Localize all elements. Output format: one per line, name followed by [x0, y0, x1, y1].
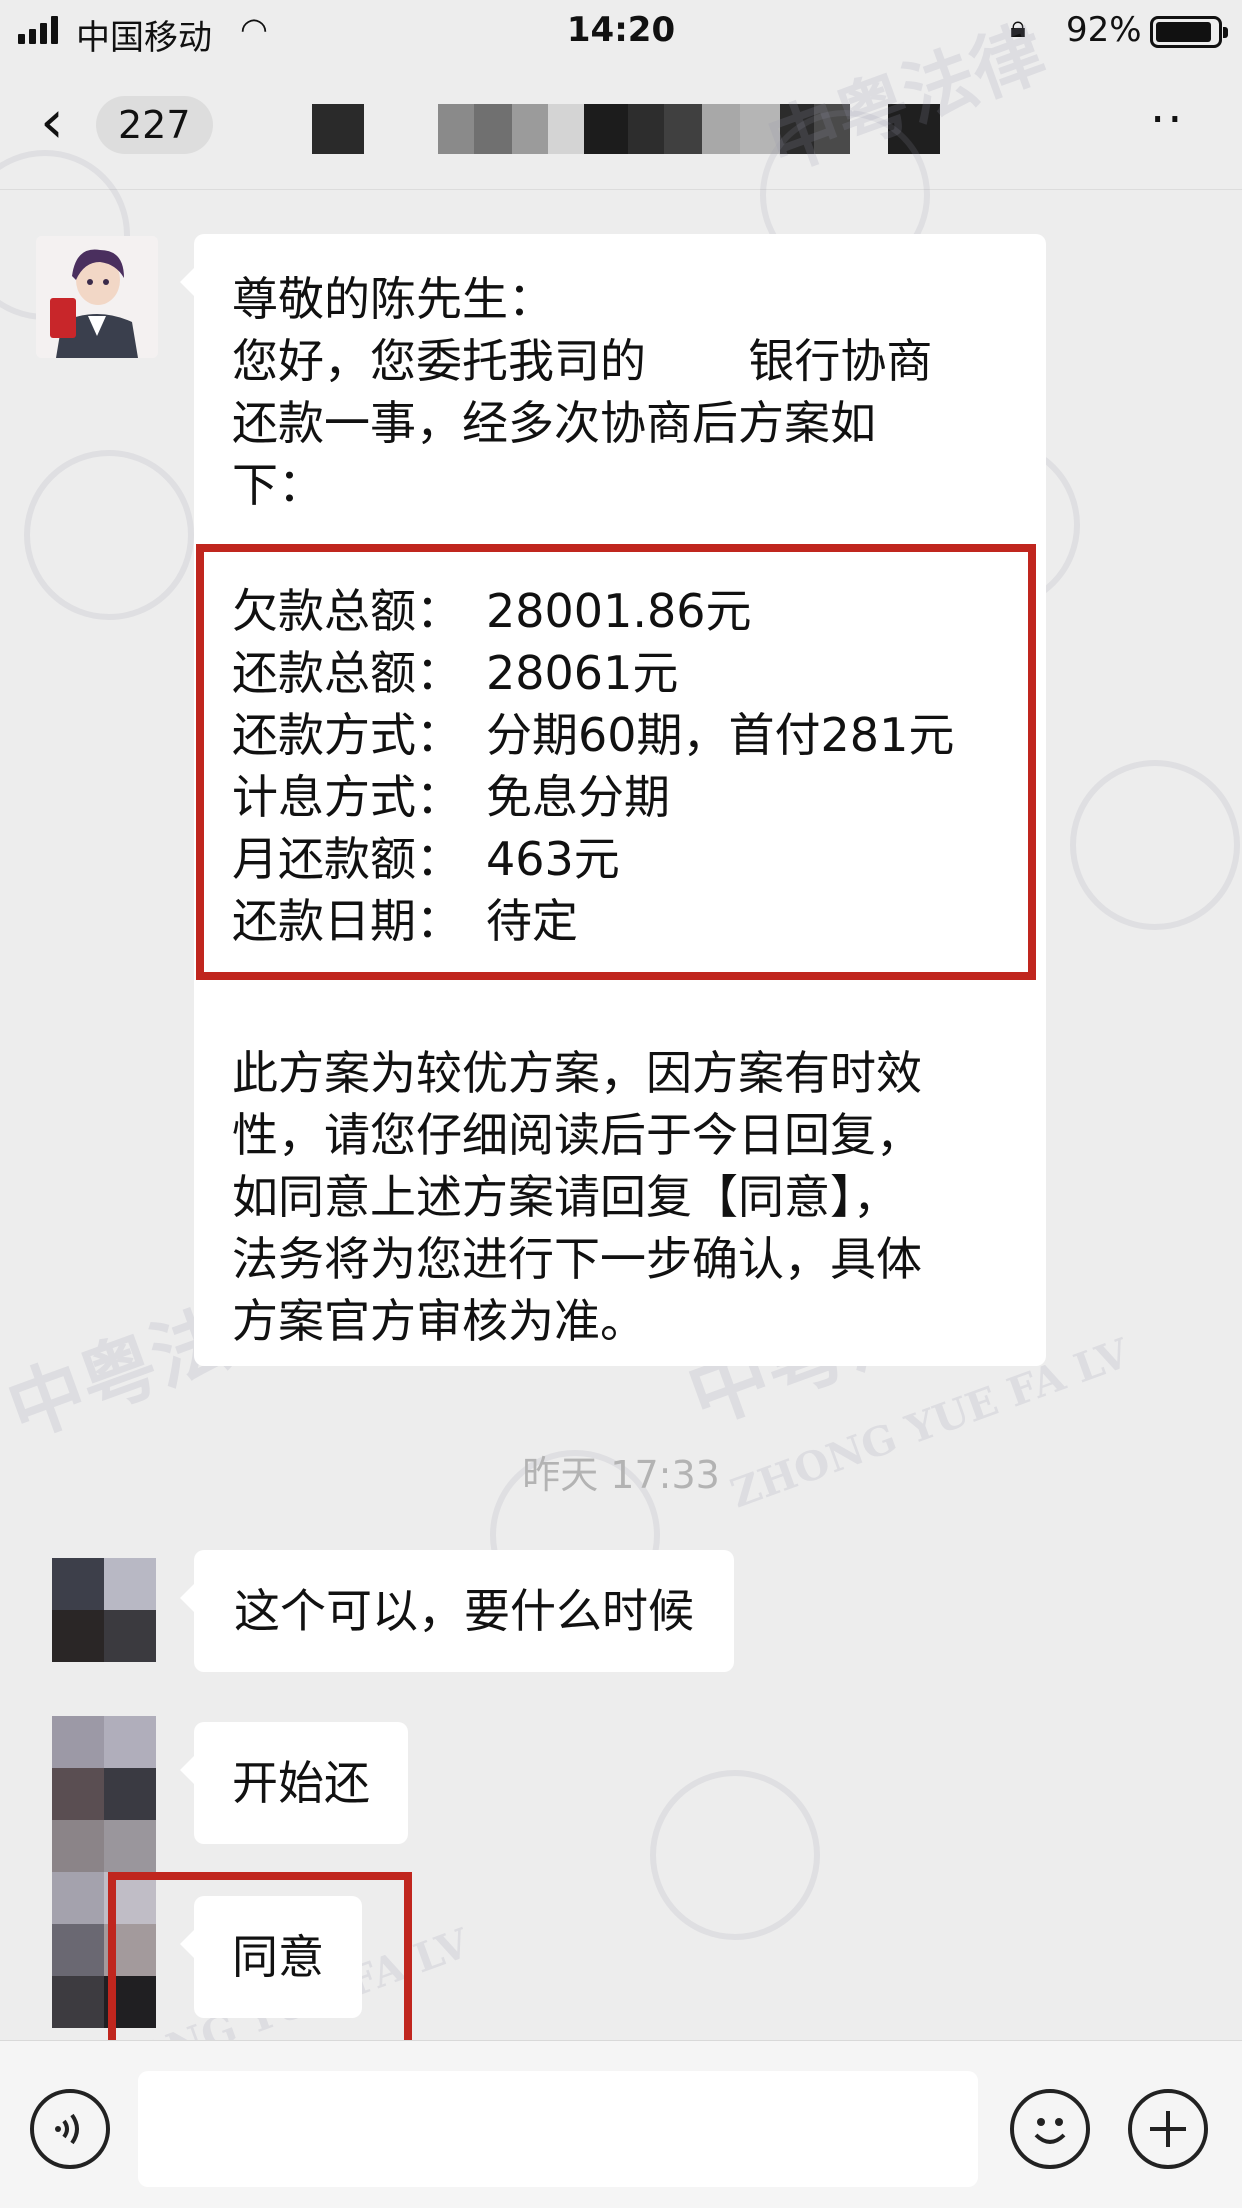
rotation-lock-icon: 🔒︎ [1010, 10, 1026, 45]
message-input[interactable] [138, 2071, 978, 2187]
emoji-icon[interactable] [1010, 2089, 1090, 2169]
avatar[interactable] [52, 1716, 156, 1872]
status-bar: 中国移动 ◠ 14:20 🔒︎ 92% [0, 0, 1242, 62]
chevron-left-icon[interactable]: ‹ [40, 92, 64, 152]
more-icon[interactable]: ·· [1150, 92, 1185, 148]
message-greeting: 尊敬的陈先生： 您好，您委托我司的 银行协商 还款一事，经多次协商后方案如 下： [232, 272, 933, 512]
reply-message-bubble[interactable]: 开始还 [180, 1722, 408, 1844]
clock: 14:20 [566, 10, 676, 50]
watermark-seal [1070, 760, 1240, 930]
message-closing: 此方案为较优方案，因方案有时效 性，请您仔细阅读后于今日回复， 如同意上述方案请… [232, 1046, 922, 1348]
battery-icon [1150, 16, 1228, 48]
agree-highlight-box [108, 1872, 412, 2058]
battery-percent: 92% [1066, 10, 1142, 50]
reply-text: 开始还 [232, 1756, 370, 1810]
message-timestamp: 昨天 17:33 [522, 1453, 720, 1497]
unread-count-badge[interactable]: 227 [96, 96, 213, 154]
input-bar [0, 2040, 1242, 2208]
plus-icon[interactable] [1128, 2089, 1208, 2169]
chat-header: ‹ 227 ·· [0, 62, 1242, 190]
voice-icon[interactable] [30, 2089, 110, 2169]
plan-highlight-box [196, 544, 1036, 980]
avatar[interactable] [36, 236, 158, 358]
reply-message-bubble[interactable]: 这个可以，要什么时候 [180, 1550, 734, 1672]
watermark-seal [650, 1770, 820, 1940]
chat-title-redacted [312, 104, 1042, 154]
reply-text: 这个可以，要什么时候 [234, 1584, 694, 1638]
lawyer-avatar-icon [36, 236, 158, 358]
watermark-seal [24, 450, 194, 620]
avatar[interactable] [52, 1558, 156, 1662]
